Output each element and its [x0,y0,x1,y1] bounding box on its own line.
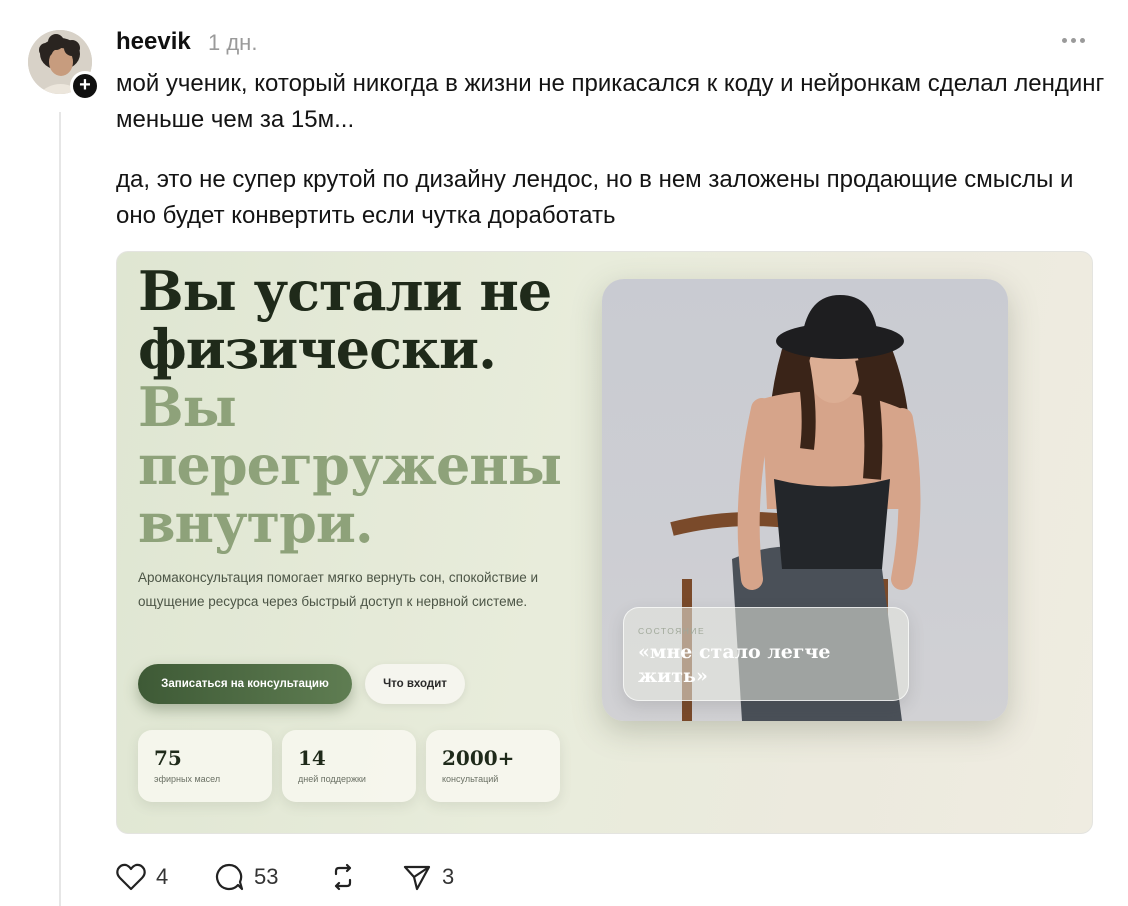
like-button[interactable]: 4 [116,861,168,893]
like-count: 4 [156,864,169,889]
landing-subtitle: Аромаконсультация помогает мягко вернуть… [138,570,539,609]
post-paragraph: да, это не супер крутой по дизайну лендо… [116,166,1074,229]
comment-icon [215,863,244,891]
landing-secondary-button: Что входит [365,664,465,704]
reply-count: 53 [254,864,279,889]
reply-button[interactable]: 53 [214,861,278,893]
send-icon [403,865,431,891]
more-horizontal-icon[interactable] [1060,30,1088,54]
stat-label: консультаций [442,774,499,784]
landing-headline-dark: Вы устали не физически. [138,259,552,381]
landing-stat-card: 14 дней поддержки [282,730,416,802]
stat-value: 2000+ [442,746,515,770]
stat-label: дней поддержки [298,774,366,784]
landing-quote-card: СОСТОЯНИЕ «мне стало легче жить» [623,607,909,701]
follow-plus-icon[interactable]: + [70,71,100,101]
post-timestamp: 1 дн. [208,30,258,55]
stat-value: 75 [154,746,182,770]
post-paragraph: мой ученик, который никогда в жизни не п… [116,70,1105,133]
stat-label: эфирных масел [154,774,221,784]
author-username[interactable]: heevik [116,28,191,56]
repost-button[interactable] [328,861,358,893]
landing-stat-card: 2000+ консультаций [426,730,560,802]
landing-headline-light: Вы перегружены внутри. [138,375,562,555]
landing-stat-card: 75 эфирных масел [138,730,272,802]
share-count: 3 [442,864,455,889]
stat-value: 14 [298,746,326,770]
landing-primary-button: Записаться на консультацию [138,664,352,704]
share-button[interactable]: 3 [402,861,454,893]
quote-text: «мне стало легче жить» [638,641,831,687]
quote-eyebrow: СОСТОЯНИЕ [638,626,706,636]
heart-icon [116,863,146,891]
repost-icon [334,863,352,891]
thread-line [59,112,61,906]
